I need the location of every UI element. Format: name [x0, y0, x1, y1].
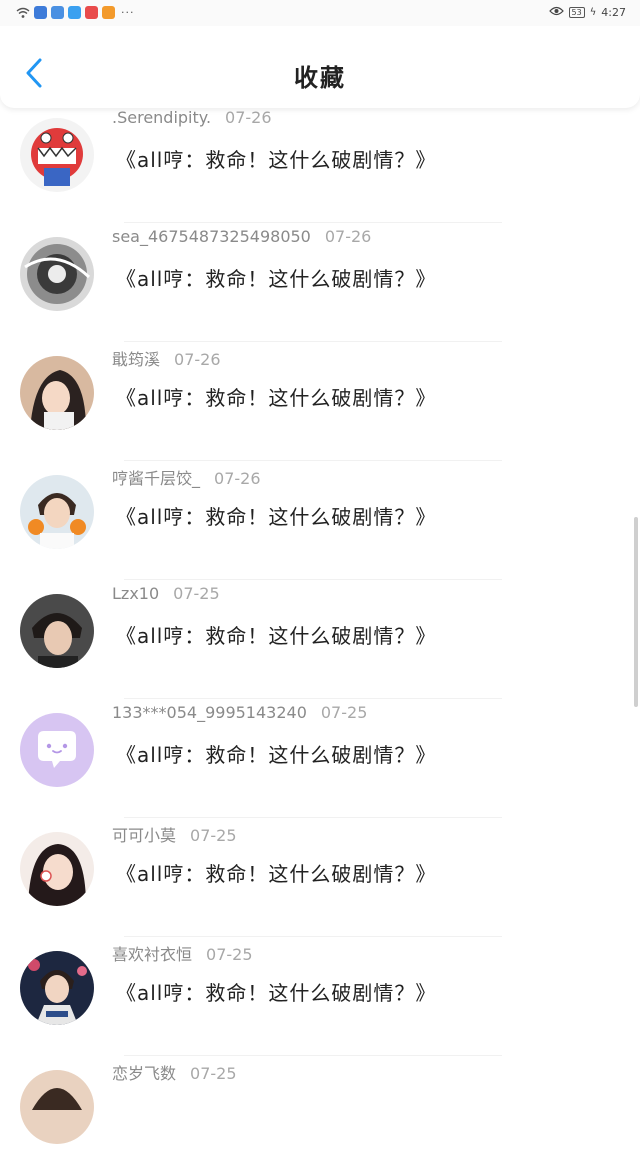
status-bar: ··· 53 ϟ 4:27: [0, 0, 640, 26]
avatar[interactable]: [20, 594, 94, 668]
wifi-icon: [16, 7, 30, 19]
battery-indicator: 53: [568, 7, 585, 18]
item-date: 07-26: [225, 108, 272, 127]
scrollbar[interactable]: [634, 517, 638, 707]
list-item[interactable]: 哼酱千层饺_ 07-26 《all哼：救命！这什么破剧情？》: [0, 461, 640, 580]
item-date: 07-26: [324, 227, 372, 246]
list-item[interactable]: .Serendipity. 07-26 《all哼：救命！这什么破剧情？》: [0, 104, 640, 223]
username[interactable]: 戢筠溪: [112, 350, 160, 369]
item-meta: 喜欢衬衣恒 07-25: [112, 941, 253, 965]
app-icon: [51, 6, 64, 19]
status-bar-left: ···: [16, 6, 135, 19]
avatar[interactable]: [20, 356, 94, 430]
username[interactable]: .Serendipity.: [112, 108, 211, 127]
item-meta: sea_4675487325498050 07-26: [112, 227, 371, 246]
item-title[interactable]: 《all哼：救命！这什么破剧情？》: [116, 620, 436, 649]
avatar[interactable]: [20, 832, 94, 906]
chat-bubble-icon: [20, 713, 94, 787]
item-date: 07-26: [214, 469, 261, 488]
clock: 4:27: [601, 6, 626, 19]
app-icon: [68, 6, 81, 19]
item-date: 07-25: [320, 703, 368, 722]
app-icon: [85, 6, 98, 19]
item-title[interactable]: 《all哼：救命！这什么破剧情？》: [116, 739, 436, 768]
avatar[interactable]: [20, 1070, 94, 1144]
item-date: 07-25: [173, 584, 220, 603]
charging-icon: ϟ: [589, 7, 597, 18]
avatar[interactable]: [20, 237, 94, 311]
item-title[interactable]: 《all哼：救命！这什么破剧情？》: [116, 977, 436, 1006]
eye-icon: [548, 6, 564, 19]
item-title[interactable]: 《all哼：救命！这什么破剧情？》: [116, 382, 436, 411]
item-title[interactable]: 《all哼：救命！这什么破剧情？》: [116, 144, 436, 173]
avatar[interactable]: [20, 118, 94, 192]
item-meta: 133***054_9995143240 07-25: [112, 703, 367, 722]
list-item[interactable]: 喜欢衬衣恒 07-25 《all哼：救命！这什么破剧情？》: [0, 937, 640, 1056]
list-item[interactable]: 戢筠溪 07-26 《all哼：救命！这什么破剧情？》: [0, 342, 640, 461]
status-bar-right: 53 ϟ 4:27: [548, 6, 626, 19]
item-date: 07-25: [206, 945, 253, 964]
list-item[interactable]: Lzx10 07-25 《all哼：救命！这什么破剧情？》: [0, 580, 640, 699]
list-item[interactable]: 恋岁飞数 07-25: [0, 1056, 640, 1175]
username[interactable]: 哼酱千层饺_: [112, 469, 200, 488]
username[interactable]: 可可小莫: [112, 826, 176, 845]
item-meta: Lzx10 07-25: [112, 584, 220, 603]
avatar[interactable]: [20, 475, 94, 549]
item-meta: 哼酱千层饺_ 07-26: [112, 465, 261, 489]
header: 收藏: [0, 26, 640, 108]
more-notifications: ···: [121, 6, 135, 19]
item-meta: 恋岁飞数 07-25: [112, 1060, 237, 1084]
avatar[interactable]: [20, 951, 94, 1025]
username[interactable]: sea_4675487325498050: [112, 227, 311, 246]
item-meta: 可可小莫 07-25: [112, 822, 237, 846]
page-title: 收藏: [294, 64, 346, 92]
avatar[interactable]: [20, 713, 94, 787]
app-icon: [102, 6, 115, 19]
item-date: 07-25: [190, 826, 237, 845]
username[interactable]: 喜欢衬衣恒: [112, 945, 192, 964]
item-title[interactable]: 《all哼：救命！这什么破剧情？》: [116, 263, 436, 292]
username[interactable]: Lzx10: [112, 584, 159, 603]
list-item[interactable]: sea_4675487325498050 07-26 《all哼：救命！这什么破剧…: [0, 223, 640, 342]
item-meta: 戢筠溪 07-26: [112, 346, 221, 370]
item-title[interactable]: 《all哼：救命！这什么破剧情？》: [116, 858, 436, 887]
item-date: 07-26: [174, 350, 221, 369]
item-meta: .Serendipity. 07-26: [112, 108, 272, 127]
list-item[interactable]: 可可小莫 07-25 《all哼：救命！这什么破剧情？》: [0, 818, 640, 937]
list-item[interactable]: 133***054_9995143240 07-25 《all哼：救命！这什么破剧…: [0, 699, 640, 818]
app-icon: [34, 6, 47, 19]
username[interactable]: 133***054_9995143240: [112, 703, 307, 722]
item-title[interactable]: 《all哼：救命！这什么破剧情？》: [116, 501, 436, 530]
